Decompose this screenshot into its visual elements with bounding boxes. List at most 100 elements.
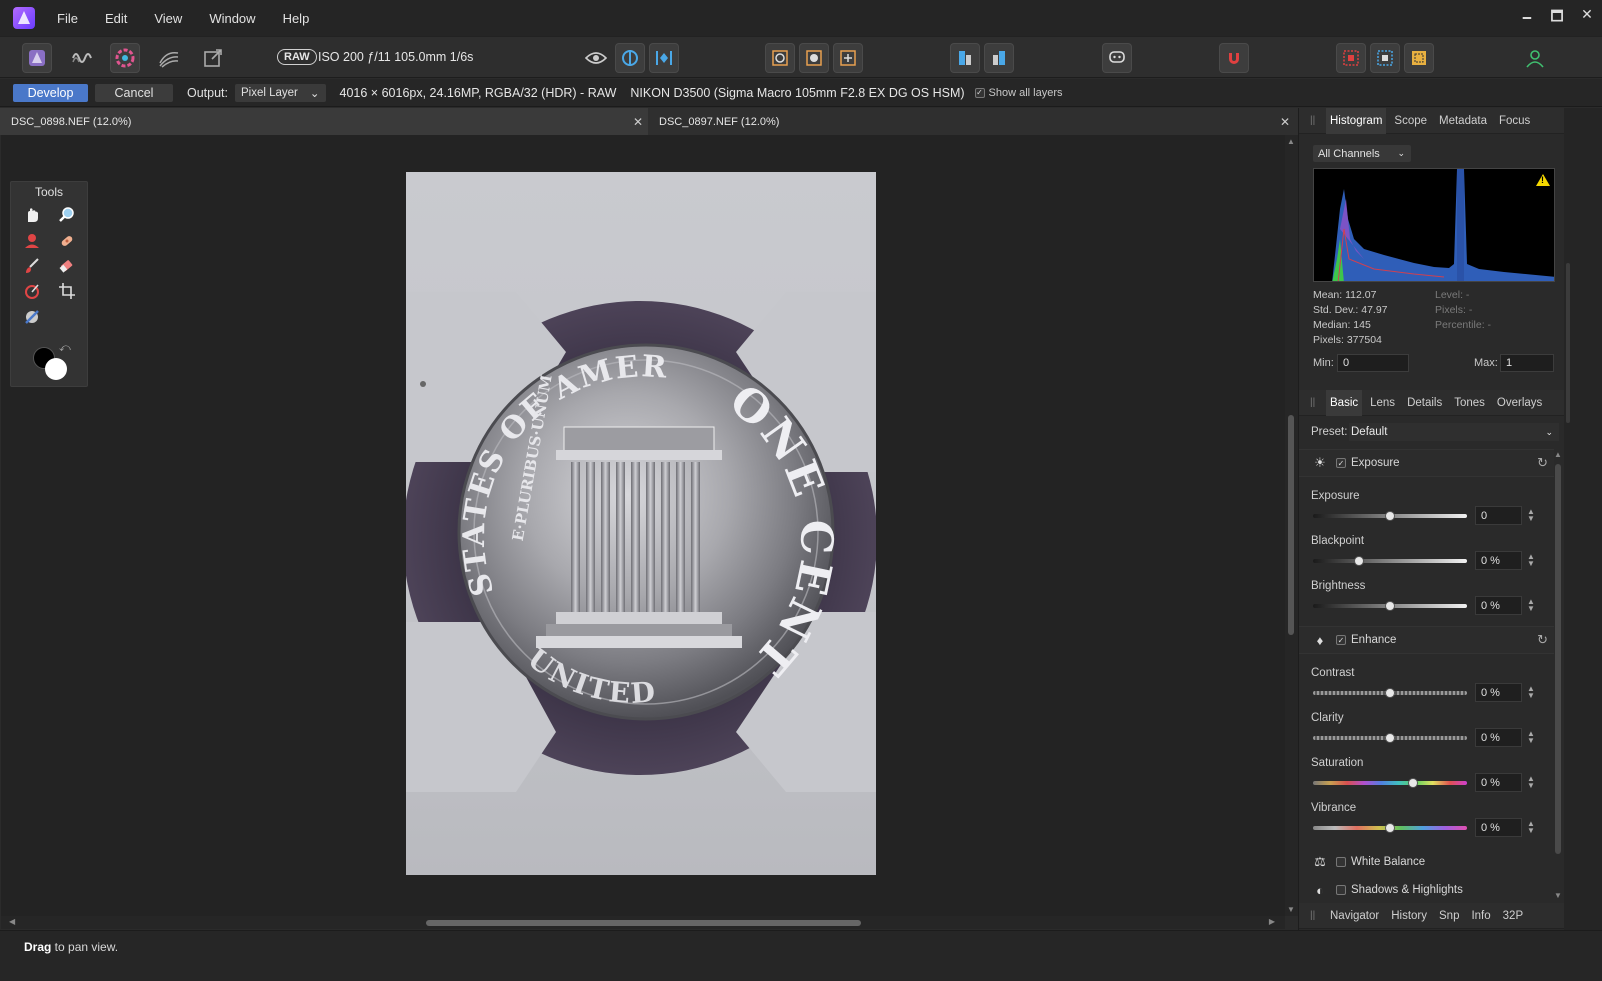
menu-view[interactable]: View <box>154 11 182 26</box>
brightness-value[interactable]: 0 % <box>1475 596 1522 615</box>
menu-window[interactable]: Window <box>209 11 255 26</box>
assistant-right-icon[interactable] <box>984 43 1014 73</box>
slider-knob[interactable] <box>1408 778 1419 788</box>
tab-basic[interactable]: Basic <box>1326 389 1363 416</box>
reset-icon[interactable]: ↻ <box>1537 455 1548 471</box>
stepper-icon[interactable]: ▲ ▼ <box>1526 730 1536 745</box>
contrast-value[interactable]: 0 % <box>1475 683 1522 702</box>
show-all-layers-checkbox[interactable]: ✓ Show all layers <box>974 87 1063 99</box>
saturation-slider[interactable] <box>1313 778 1467 788</box>
scroll-up-icon[interactable]: ▲ <box>1554 450 1562 459</box>
scroll-left-icon[interactable]: ◀ <box>9 917 15 926</box>
saturation-value[interactable]: 0 % <box>1475 773 1522 792</box>
slider-knob[interactable] <box>1385 511 1395 521</box>
menu-help[interactable]: Help <box>283 11 310 26</box>
scroll-down-icon[interactable]: ▼ <box>1554 891 1562 900</box>
clipping-tones-icon[interactable] <box>833 43 863 73</box>
stepper-icon[interactable]: ▲ ▼ <box>1526 598 1536 613</box>
tab-overlays[interactable]: Overlays <box>1493 390 1546 416</box>
canvas-vertical-scrollbar[interactable]: ▲ ▼ <box>1285 135 1298 916</box>
liquify-persona-icon[interactable] <box>66 43 96 73</box>
zoom-tool-icon[interactable] <box>56 204 78 226</box>
snap-magnet-icon[interactable] <box>1219 43 1249 73</box>
enhance-enable-checkbox[interactable]: ✓ <box>1336 635 1346 645</box>
scroll-thumb[interactable] <box>426 920 861 926</box>
doc-tab-0898[interactable]: DSC_0898.NEF (12.0%) ✕ <box>0 108 648 135</box>
slider-knob[interactable] <box>1354 556 1365 566</box>
exposure-slider[interactable] <box>1313 511 1467 521</box>
stepper-icon[interactable]: ▲ ▼ <box>1526 775 1536 790</box>
view-eye-icon[interactable] <box>581 43 611 73</box>
scroll-thumb[interactable] <box>1288 415 1294 635</box>
close-tab-icon[interactable]: ✕ <box>633 115 643 129</box>
menu-edit[interactable]: Edit <box>105 11 127 26</box>
split-view-icon[interactable] <box>615 43 645 73</box>
tab-scope[interactable]: Scope <box>1390 108 1431 134</box>
slider-knob[interactable] <box>1385 601 1395 611</box>
stepper-icon[interactable]: ▲ ▼ <box>1526 685 1536 700</box>
enhance-section-header[interactable]: ♦ ✓ Enhance ↻ <box>1299 626 1554 654</box>
close-window-button[interactable]: ✕ <box>1580 6 1594 30</box>
assistant-chat-icon[interactable] <box>1102 43 1132 73</box>
preset-select[interactable]: Default ⌄ <box>1349 423 1559 441</box>
vibrance-slider[interactable] <box>1313 823 1467 833</box>
stepper-icon[interactable]: ▲ ▼ <box>1526 508 1536 523</box>
blackpoint-value[interactable]: 0 % <box>1475 551 1522 570</box>
white-balance-enable-checkbox[interactable] <box>1336 857 1346 867</box>
swap-colors-icon[interactable]: ⤺ <box>59 342 71 355</box>
assistant-left-icon[interactable] <box>950 43 980 73</box>
tab-32p[interactable]: 32P <box>1499 903 1527 929</box>
canvas[interactable]: STATES OF AMERICA ONE CENT UNITED E·PLUR… <box>1 135 1285 916</box>
quick-mask-icon[interactable] <box>1336 43 1366 73</box>
tone-mapping-persona-icon[interactable] <box>154 43 184 73</box>
tab-focus[interactable]: Focus <box>1495 108 1534 134</box>
develop-panel-scrollbar[interactable]: ▲ ▼ <box>1553 450 1563 900</box>
exposure-enable-checkbox[interactable]: ✓ <box>1336 458 1346 468</box>
tab-histogram[interactable]: Histogram <box>1326 107 1387 134</box>
warning-icon[interactable] <box>1536 174 1550 186</box>
doc-tab-0897[interactable]: DSC_0897.NEF (12.0%) ✕ <box>648 108 1298 135</box>
develop-button[interactable]: Develop <box>13 83 88 102</box>
panel-grip-icon[interactable]: || <box>1310 910 1318 921</box>
crop-tool-icon[interactable] <box>56 280 78 302</box>
secondary-color-swatch[interactable] <box>45 358 67 380</box>
shadows-highlights-section-header[interactable]: ◐ Shadows & Highlights <box>1299 876 1554 904</box>
stepper-icon[interactable]: ▲ ▼ <box>1526 820 1536 835</box>
clipping-highlights-icon[interactable] <box>765 43 795 73</box>
minimize-button[interactable]: 🗕 <box>1520 6 1534 30</box>
contrast-slider[interactable] <box>1313 688 1467 698</box>
tab-metadata[interactable]: Metadata <box>1435 108 1491 134</box>
white-balance-section-header[interactable]: ⚖ White Balance <box>1299 848 1554 876</box>
account-user-icon[interactable] <box>1520 43 1550 73</box>
scroll-right-icon[interactable]: ▶ <box>1269 917 1275 926</box>
scroll-down-icon[interactable]: ▼ <box>1287 905 1295 914</box>
stepper-icon[interactable]: ▲ ▼ <box>1526 553 1536 568</box>
exposure-section-header[interactable]: ☀ ✓ Exposure ↻ <box>1299 449 1554 477</box>
tab-details[interactable]: Details <box>1403 390 1446 416</box>
mirror-view-icon[interactable] <box>649 43 679 73</box>
min-input[interactable]: 0 <box>1337 354 1409 372</box>
panel-grip-icon[interactable]: || <box>1310 115 1318 126</box>
export-persona-icon[interactable] <box>198 43 228 73</box>
tab-lens[interactable]: Lens <box>1366 390 1399 416</box>
exposure-value[interactable]: 0 <box>1475 506 1522 525</box>
develop-persona-icon[interactable] <box>110 43 140 73</box>
scroll-thumb[interactable] <box>1555 464 1561 854</box>
red-eye-tool-icon[interactable] <box>21 230 43 252</box>
reset-icon[interactable]: ↻ <box>1537 632 1548 648</box>
close-tab-icon[interactable]: ✕ <box>1280 115 1290 129</box>
clarity-value[interactable]: 0 % <box>1475 728 1522 747</box>
hand-tool-icon[interactable] <box>21 204 43 226</box>
white-balance-picker-icon[interactable] <box>21 306 43 328</box>
clipping-shadows-icon[interactable] <box>799 43 829 73</box>
shadows-highlights-enable-checkbox[interactable] <box>1336 885 1346 895</box>
selection-refine-icon[interactable] <box>1370 43 1400 73</box>
vibrance-value[interactable]: 0 % <box>1475 818 1522 837</box>
blemish-removal-tool-icon[interactable] <box>56 230 78 252</box>
channel-select[interactable]: All Channels ⌄ <box>1313 145 1411 162</box>
panel-grip-icon[interactable]: || <box>1310 397 1318 408</box>
slider-knob[interactable] <box>1385 688 1395 698</box>
menu-file[interactable]: File <box>57 11 78 26</box>
tab-history[interactable]: History <box>1387 903 1431 929</box>
output-select[interactable]: Pixel Layer ⌄ <box>235 83 326 102</box>
